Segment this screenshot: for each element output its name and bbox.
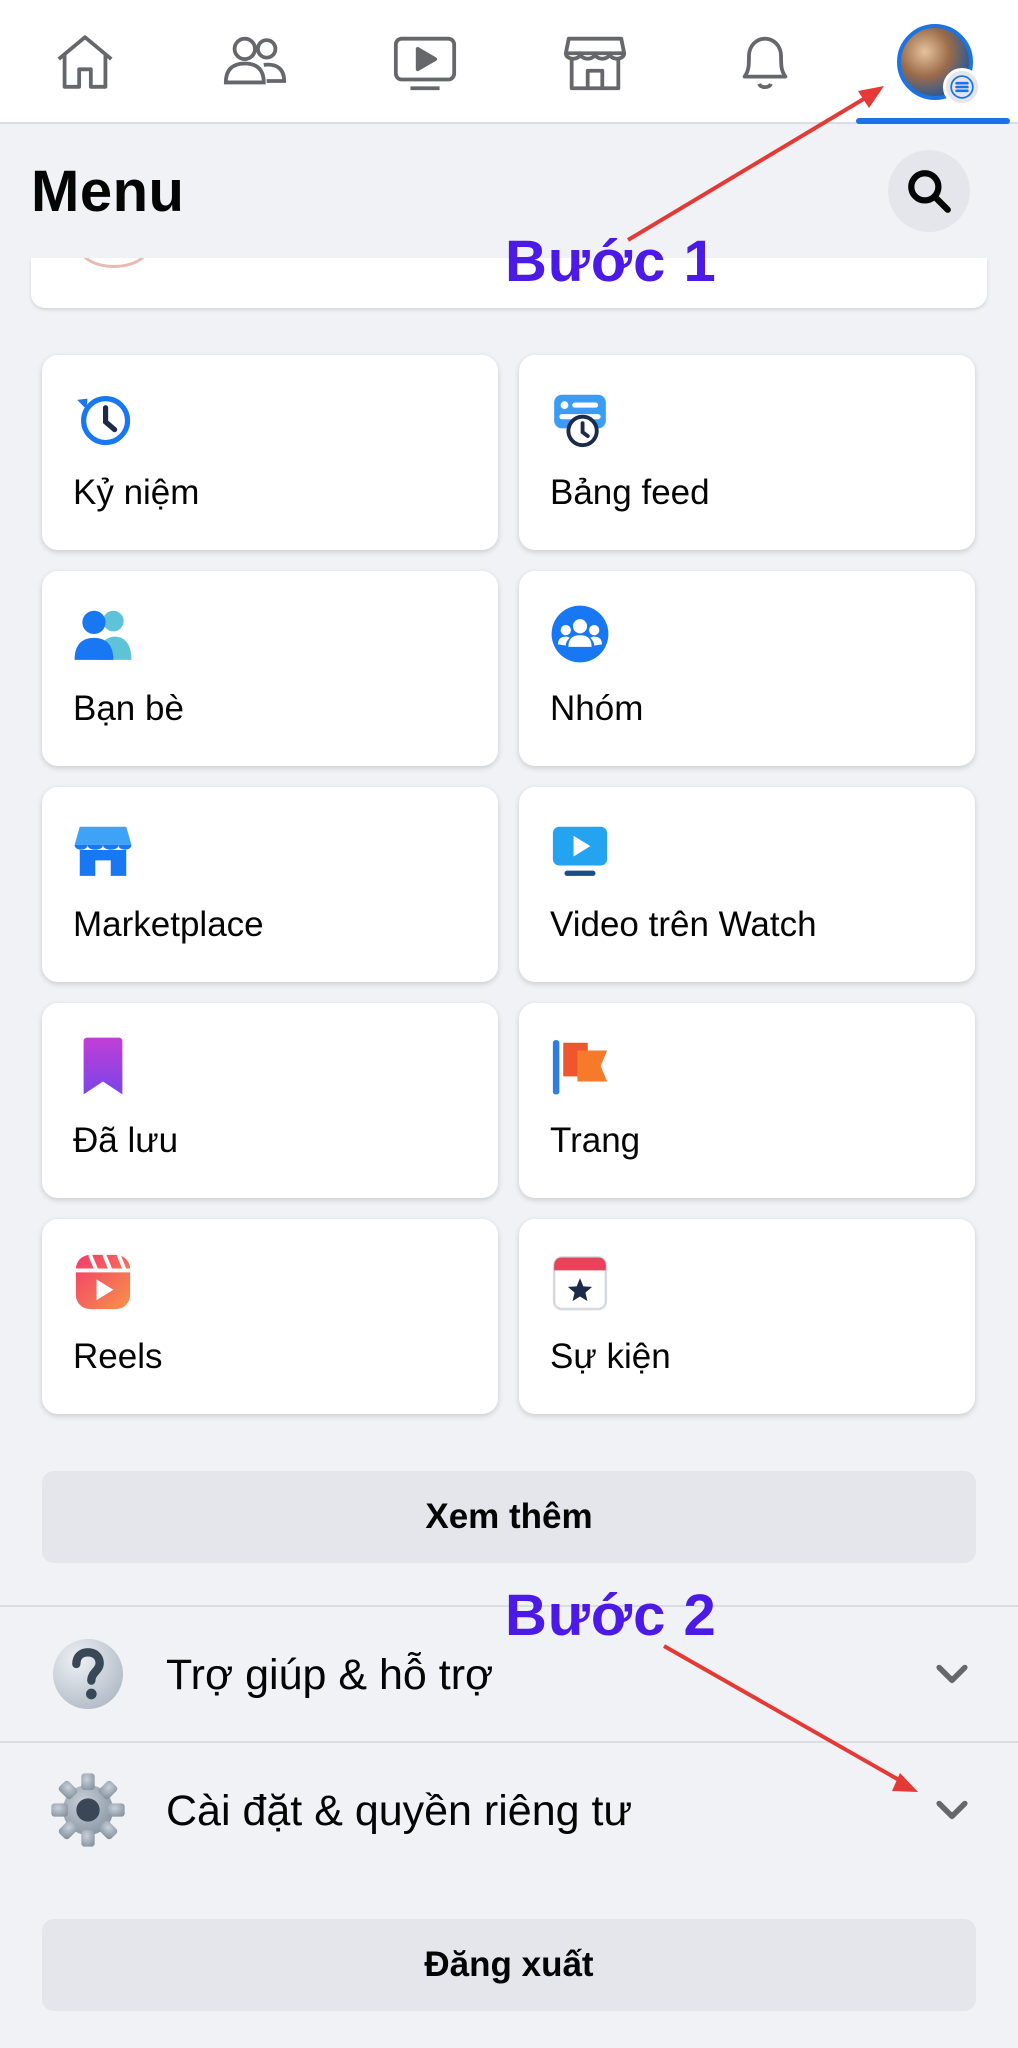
help-icon xyxy=(53,1639,123,1709)
shortcut-label: Video trên Watch xyxy=(550,905,817,944)
help-support-label: Trợ giúp & hỗ trợ xyxy=(166,1651,494,1699)
shortcut-feeds[interactable]: Bảng feed xyxy=(519,355,975,550)
page-title: Menu xyxy=(31,159,185,224)
shortcut-label: Bạn bè xyxy=(73,689,184,728)
shortcut-memories[interactable]: Kỷ niệm xyxy=(42,355,498,550)
shortcut-reels[interactable]: Reels xyxy=(42,1219,498,1414)
avatar xyxy=(897,24,981,106)
home-icon xyxy=(57,35,113,89)
shortcut-label: Sự kiện xyxy=(550,1337,671,1376)
saved-icon xyxy=(83,1037,123,1095)
shortcut-label: Reels xyxy=(73,1337,163,1376)
menu-lines-icon xyxy=(950,75,974,99)
nav-notifications[interactable] xyxy=(680,0,850,124)
active-tab-indicator xyxy=(856,118,1010,124)
pages-flag-icon xyxy=(552,1040,608,1095)
settings-privacy-label: Cài đặt & quyền riêng tư xyxy=(166,1787,633,1835)
watch-video-icon xyxy=(552,826,608,876)
friends-icon xyxy=(74,610,132,660)
nav-marketplace[interactable] xyxy=(510,0,680,124)
shortcut-label: Bảng feed xyxy=(550,473,710,512)
top-navigation-bar xyxy=(0,0,1018,124)
shortcut-label: Đã lưu xyxy=(73,1121,179,1160)
shortcut-marketplace[interactable]: Marketplace xyxy=(42,787,498,982)
menu-badge xyxy=(943,68,981,106)
gear-icon xyxy=(51,1773,125,1847)
reels-icon xyxy=(75,1254,131,1310)
marketplace-icon xyxy=(563,36,627,91)
shortcut-pages[interactable]: Trang xyxy=(519,1003,975,1198)
shortcut-watch-video[interactable]: Video trên Watch xyxy=(519,787,975,982)
step-1-annotation: Bước 1 xyxy=(505,229,717,294)
shortcut-friends[interactable]: Bạn bè xyxy=(42,571,498,766)
feeds-icon xyxy=(554,394,606,448)
nav-home[interactable] xyxy=(0,0,170,124)
groups-icon xyxy=(551,605,609,663)
watch-icon xyxy=(393,36,457,91)
profile-card-image xyxy=(79,258,149,268)
nav-friends[interactable] xyxy=(170,0,340,124)
help-support-section[interactable]: Trợ giúp & hỗ trợ xyxy=(0,1607,1018,1741)
chevron-down-icon xyxy=(936,1800,968,1820)
shortcut-label: Marketplace xyxy=(73,905,264,944)
search-icon xyxy=(908,170,951,213)
friends-icon xyxy=(223,36,287,85)
settings-privacy-section[interactable]: Cài đặt & quyền riêng tư xyxy=(0,1743,1018,1877)
logout-button[interactable]: Đăng xuất xyxy=(42,1919,976,2011)
shortcut-label: Trang xyxy=(550,1121,641,1160)
marketplace-icon xyxy=(74,826,132,876)
memories-icon xyxy=(77,396,131,446)
shortcut-label: Nhóm xyxy=(550,689,644,728)
nav-menu-profile[interactable] xyxy=(850,0,1018,124)
bell-icon xyxy=(742,36,788,90)
shortcut-groups[interactable]: Nhóm xyxy=(519,571,975,766)
search-button[interactable] xyxy=(888,150,970,232)
shortcut-saved[interactable]: Đã lưu xyxy=(42,1003,498,1198)
see-more-button[interactable]: Xem thêm xyxy=(42,1471,976,1563)
shortcut-events[interactable]: Sự kiện xyxy=(519,1219,975,1414)
events-icon xyxy=(552,1256,608,1311)
shortcut-label: Kỷ niệm xyxy=(73,473,200,512)
chevron-down-icon xyxy=(936,1664,968,1684)
nav-watch[interactable] xyxy=(340,0,510,124)
